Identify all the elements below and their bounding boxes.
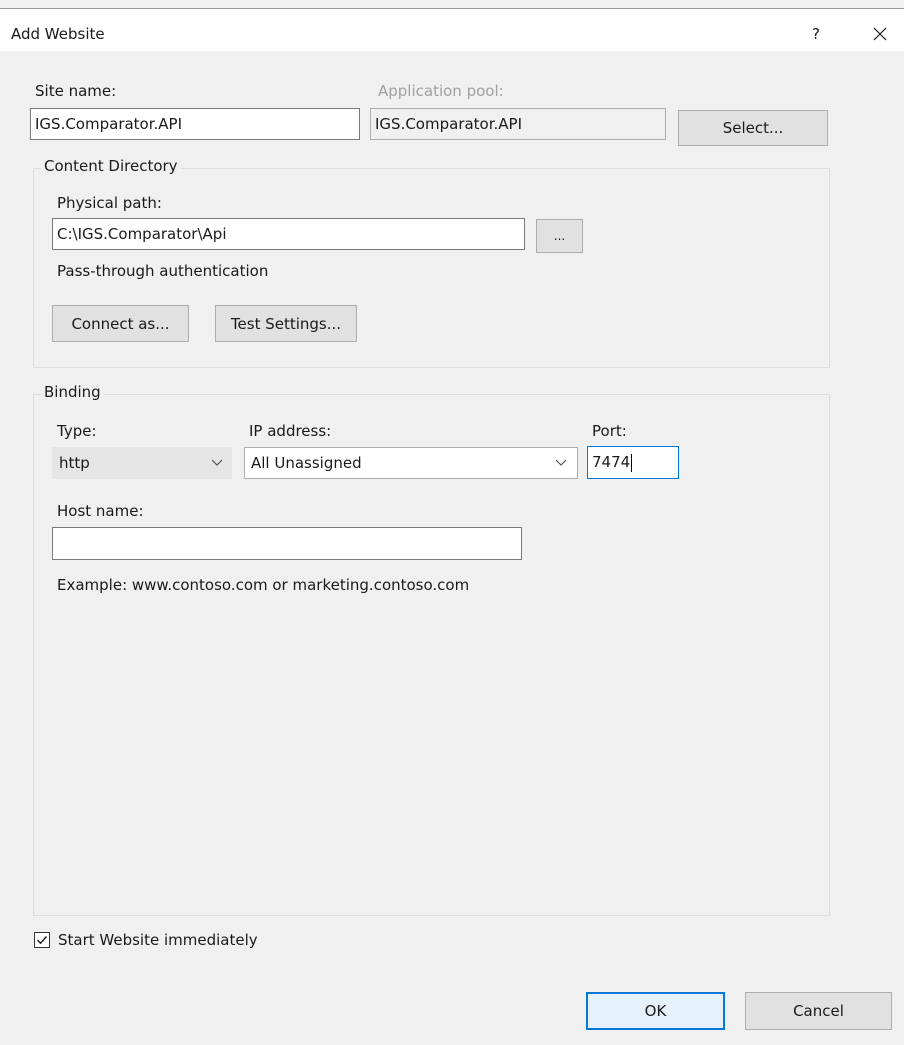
add-website-dialog: Add Website ? Site name: Application poo… (0, 0, 904, 1045)
port-input[interactable]: 7474 (587, 446, 679, 479)
test-settings-button[interactable]: Test Settings... (215, 305, 357, 342)
dialog-title: Add Website (11, 25, 105, 43)
content-directory-title: Content Directory (41, 157, 181, 175)
port-value: 7474 (592, 453, 631, 471)
ok-button[interactable]: OK (586, 992, 725, 1030)
close-button[interactable] (862, 19, 898, 49)
host-name-input[interactable] (52, 527, 522, 560)
port-label: Port: (592, 422, 627, 440)
physical-path-input[interactable] (52, 218, 525, 250)
application-pool-field: IGS.Comparator.API (370, 108, 666, 140)
site-name-label: Site name: (35, 82, 117, 100)
select-pool-button[interactable]: Select... (678, 110, 828, 146)
binding-type-label: Type: (57, 422, 97, 440)
ip-address-value: All Unassigned (251, 454, 362, 472)
host-name-label: Host name: (57, 502, 144, 520)
binding-title: Binding (41, 383, 104, 401)
browse-path-button[interactable]: ... (536, 219, 583, 253)
physical-path-label: Physical path: (57, 194, 162, 212)
chevron-down-icon (211, 459, 223, 466)
cancel-button[interactable]: Cancel (745, 992, 892, 1030)
start-website-label: Start Website immediately (58, 931, 258, 949)
host-name-example: Example: www.contoso.com or marketing.co… (57, 576, 470, 594)
site-name-input[interactable] (30, 108, 360, 140)
ip-address-label: IP address: (249, 422, 332, 440)
connect-as-button[interactable]: Connect as... (52, 305, 189, 342)
help-button[interactable]: ? (800, 19, 832, 49)
chevron-down-icon (555, 459, 567, 466)
pass-through-auth-label: Pass-through authentication (57, 262, 269, 280)
binding-type-value: http (59, 454, 90, 472)
application-pool-label: Application pool: (378, 82, 504, 100)
title-bar: Add Website ? (0, 8, 904, 51)
binding-type-select[interactable]: http (52, 447, 232, 479)
ip-address-select[interactable]: All Unassigned (244, 447, 578, 479)
start-website-checkbox[interactable] (34, 932, 50, 948)
close-icon (873, 27, 887, 41)
checkmark-icon (36, 936, 48, 945)
text-caret (631, 453, 633, 472)
